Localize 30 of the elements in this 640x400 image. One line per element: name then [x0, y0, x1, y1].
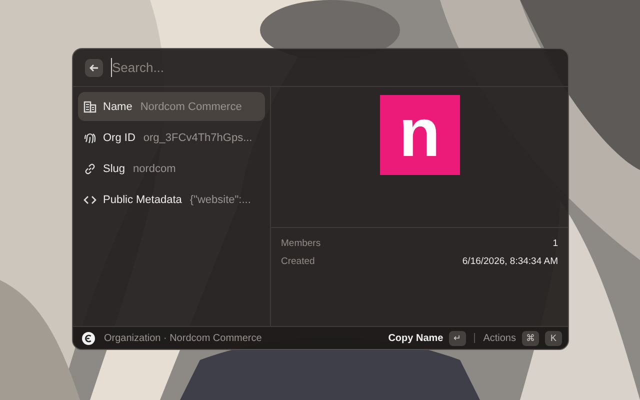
- shortcut-key: K: [545, 330, 562, 346]
- item-label: Slug: [103, 162, 126, 174]
- list-item[interactable]: Public Metadata {"website":...: [78, 185, 265, 214]
- list-item[interactable]: Name Nordcom Commerce: [78, 92, 265, 121]
- building-icon: [83, 100, 97, 114]
- metadata-label: Members: [281, 238, 321, 248]
- actions-button[interactable]: Actions: [483, 332, 516, 344]
- item-label: Org ID: [103, 132, 136, 144]
- metadata-label: Created: [281, 256, 315, 266]
- metadata-value: 1: [552, 238, 558, 248]
- link-icon: [83, 162, 97, 176]
- back-button[interactable]: [85, 58, 103, 76]
- footer-title: Organization · Nordcom Commerce: [104, 332, 262, 344]
- list-item[interactable]: Slug nordcom: [78, 154, 265, 183]
- item-value: org_3FCv4Th7hGps...: [143, 132, 252, 144]
- copy-name-button[interactable]: Copy Name: [388, 332, 444, 344]
- shortcut-key: ⌘: [522, 330, 539, 346]
- item-label: Name: [103, 100, 132, 112]
- arrow-left-icon: [89, 62, 99, 72]
- organization-logo: n: [380, 95, 460, 175]
- item-value: {"website":...: [190, 194, 251, 206]
- enter-key: ↵: [449, 330, 466, 346]
- item-value: nordcom: [133, 162, 176, 174]
- list-item[interactable]: Org ID org_3FCv4Th7hGps...: [78, 123, 265, 152]
- app-logo-icon: [82, 332, 95, 344]
- fingerprint-icon: [83, 130, 97, 144]
- item-label: Public Metadata: [103, 194, 182, 206]
- metadata-value: 6/16/2026, 8:34:34 AM: [462, 256, 558, 266]
- item-value: Nordcom Commerce: [140, 100, 242, 112]
- search-field[interactable]: Search...: [111, 58, 556, 77]
